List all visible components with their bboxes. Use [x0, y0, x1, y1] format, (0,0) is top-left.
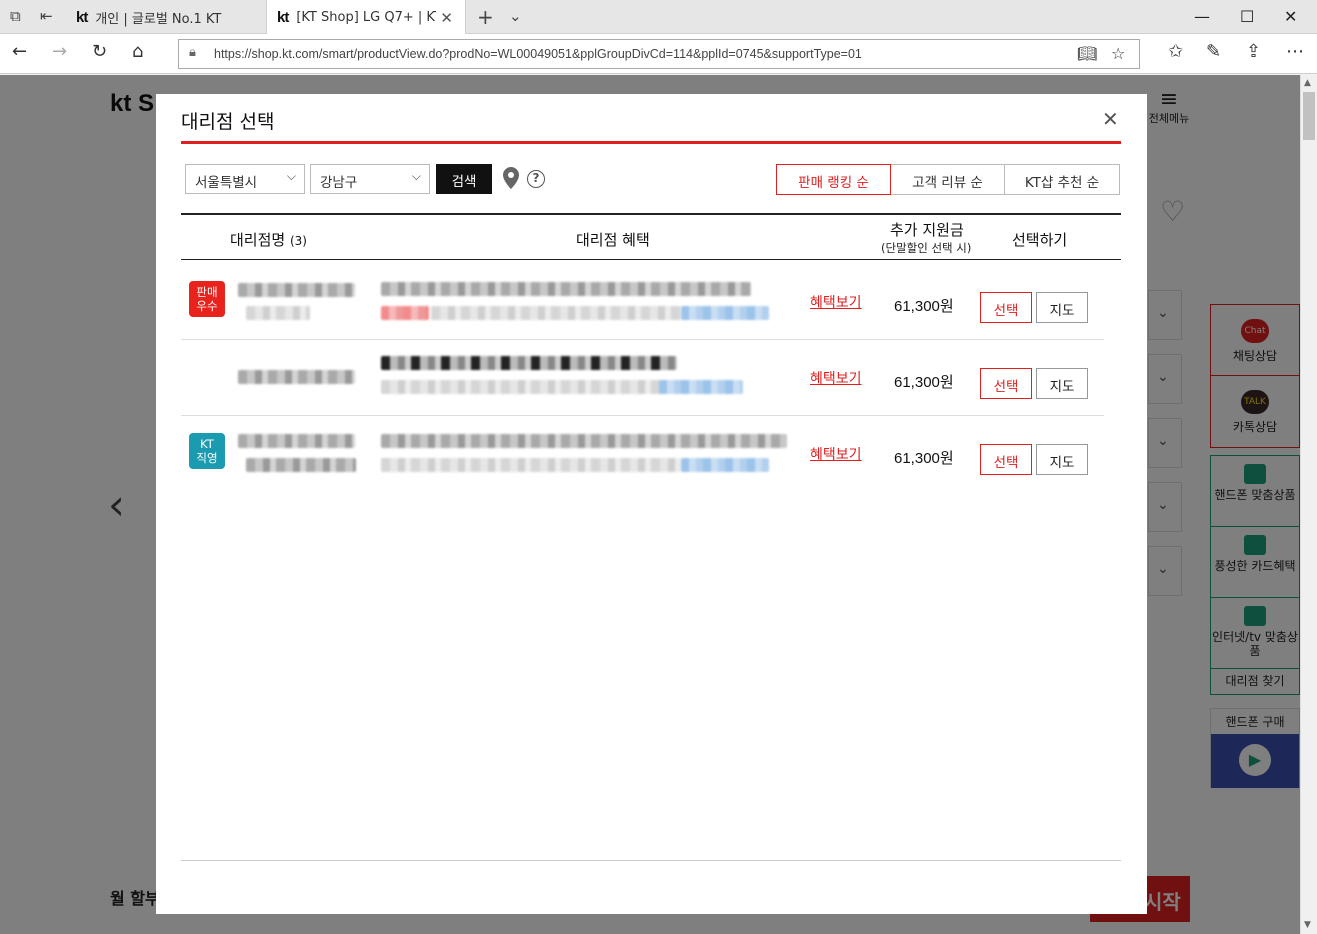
- store-name-redacted: [238, 370, 355, 384]
- select-store-button[interactable]: 선택: [980, 368, 1032, 399]
- forward-icon[interactable]: →: [52, 43, 67, 61]
- table-header: 대리점명 (3) 대리점 혜택 추가 지원금 (단말할인 선택 시) 선택하기: [181, 213, 1121, 260]
- page-scrollbar[interactable]: ▲ ▼: [1300, 75, 1317, 934]
- browser-nav-bar: ← → ↻ ⌂ 🔒︎ https://shop.kt.com/smart/pro…: [0, 34, 1317, 74]
- district-select[interactable]: 강남구 ⌵: [310, 164, 430, 194]
- store-name-redacted: [246, 306, 310, 320]
- tab-close-icon[interactable]: ✕: [440, 9, 453, 27]
- title-divider: [181, 141, 1121, 144]
- store-count: (3): [289, 234, 307, 248]
- store-name-redacted: [238, 283, 355, 297]
- scroll-up-icon[interactable]: ▲: [1304, 78, 1311, 88]
- back-icon[interactable]: ←: [12, 43, 27, 61]
- benefit-link-redacted: [681, 306, 769, 320]
- header-benefit: 대리점 혜택: [576, 231, 650, 249]
- store-select-modal: 대리점 선택 ✕ 서울특별시 ⌵ 강남구 ⌵ 검색 ? 판매 랭킹 순 고객 리…: [156, 94, 1147, 914]
- store-name-redacted: [246, 458, 356, 472]
- chevron-down-icon: ⌵: [286, 169, 296, 183]
- support-amount: 61,300원: [894, 374, 954, 391]
- benefit-text-redacted: [381, 458, 681, 472]
- district-select-value: 강남구: [320, 175, 358, 191]
- tab-title: 개인 | 글로벌 No.1 KT: [95, 11, 222, 27]
- reading-view-icon[interactable]: 📖︎: [1077, 44, 1097, 63]
- more-icon[interactable]: ⋯: [1286, 43, 1304, 61]
- set-aside-tabs-icon[interactable]: ⇤: [40, 9, 53, 24]
- map-button[interactable]: 지도: [1036, 444, 1088, 475]
- tab-list-chevron-icon[interactable]: ⌄: [509, 9, 522, 24]
- support-amount: 61,300원: [894, 298, 954, 315]
- city-select[interactable]: 서울특별시 ⌵: [185, 164, 305, 194]
- window-close-icon[interactable]: ✕: [1284, 7, 1297, 26]
- benefit-text-redacted: [431, 306, 681, 320]
- benefit-text-redacted: [381, 380, 661, 394]
- location-pin-icon[interactable]: [503, 167, 519, 189]
- select-store-button[interactable]: 선택: [980, 292, 1032, 323]
- new-tab-icon[interactable]: +: [477, 7, 494, 27]
- benefit-text-redacted: [381, 282, 751, 296]
- url-text: https://shop.kt.com/smart/productView.do…: [214, 47, 862, 61]
- browser-tab-bar: ⧉ ⇤ kt 개인 | 글로벌 No.1 KT kt [KT Shop] LG …: [0, 0, 1317, 35]
- browser-tab-kt-shop[interactable]: kt [KT Shop] LG Q7+ | KT S ✕: [266, 0, 466, 35]
- header-store-name: 대리점명 (3): [230, 229, 307, 250]
- table-row: 판매 우수 혜택보기 61,300원 선택 지도: [181, 264, 1104, 340]
- browser-tab-kt-personal[interactable]: kt 개인 | 글로벌 No.1 KT: [66, 0, 266, 34]
- table-row: KT 직영 혜택보기 61,300원 선택 지도: [181, 416, 1104, 492]
- refresh-icon[interactable]: ↻: [92, 43, 107, 61]
- share-icon[interactable]: ⇪: [1246, 43, 1261, 61]
- best-seller-badge: 판매 우수: [189, 281, 225, 317]
- view-benefit-link[interactable]: 혜택보기: [810, 292, 862, 312]
- tab-title: [KT Shop] LG Q7+ | KT S: [296, 10, 436, 25]
- sort-by-sales-rank[interactable]: 판매 랭킹 순: [776, 164, 891, 195]
- select-store-button[interactable]: 선택: [980, 444, 1032, 475]
- modal-bottom-divider: [181, 860, 1121, 861]
- favorite-star-icon[interactable]: ☆: [1111, 44, 1125, 63]
- map-button[interactable]: 지도: [1036, 292, 1088, 323]
- map-button[interactable]: 지도: [1036, 368, 1088, 399]
- address-bar[interactable]: 🔒︎ https://shop.kt.com/smart/productView…: [178, 39, 1140, 69]
- tab-actions-icon[interactable]: ⧉: [10, 9, 21, 24]
- view-benefit-link[interactable]: 혜택보기: [810, 444, 862, 464]
- close-icon[interactable]: ✕: [1102, 107, 1119, 131]
- benefit-text-redacted: [381, 434, 787, 448]
- city-select-value: 서울특별시: [195, 175, 258, 191]
- kt-direct-badge: KT 직영: [189, 433, 225, 469]
- support-amount: 61,300원: [894, 450, 954, 467]
- benefit-link-redacted: [659, 380, 743, 394]
- benefit-text-redacted: [381, 306, 429, 320]
- benefit-link-redacted: [681, 458, 769, 472]
- view-benefit-link[interactable]: 혜택보기: [810, 368, 862, 388]
- scrollbar-thumb[interactable]: [1303, 92, 1315, 140]
- sort-by-kt-recommend[interactable]: KT샵 추천 순: [1004, 164, 1120, 195]
- chevron-down-icon: ⌵: [411, 169, 421, 183]
- header-support: 추가 지원금: [890, 221, 964, 239]
- sort-by-reviews[interactable]: 고객 리뷰 순: [890, 164, 1005, 195]
- favorites-hub-icon[interactable]: ✩: [1168, 43, 1183, 61]
- store-name-redacted: [238, 434, 355, 448]
- header-support-sub: (단말할인 선택 시): [881, 241, 972, 255]
- header-store-name-label: 대리점명: [230, 231, 286, 249]
- search-button[interactable]: 검색: [436, 164, 492, 194]
- table-row: 혜택보기 61,300원 선택 지도: [181, 340, 1104, 416]
- help-icon[interactable]: ?: [527, 170, 545, 188]
- home-icon[interactable]: ⌂: [132, 43, 143, 61]
- lock-icon: 🔒︎: [189, 45, 196, 60]
- maximize-icon[interactable]: ☐: [1240, 7, 1254, 26]
- notes-pen-icon[interactable]: ✎: [1206, 43, 1221, 61]
- kt-favicon-icon: kt: [277, 9, 289, 26]
- kt-favicon-icon: kt: [76, 8, 88, 26]
- sort-options: 판매 랭킹 순 고객 리뷰 순 KT샵 추천 순: [776, 164, 1120, 195]
- modal-title: 대리점 선택: [181, 111, 275, 133]
- minimize-icon[interactable]: —: [1194, 7, 1210, 26]
- benefit-text-redacted: [381, 356, 677, 370]
- scroll-down-icon[interactable]: ▼: [1304, 920, 1311, 930]
- header-select: 선택하기: [1012, 231, 1068, 249]
